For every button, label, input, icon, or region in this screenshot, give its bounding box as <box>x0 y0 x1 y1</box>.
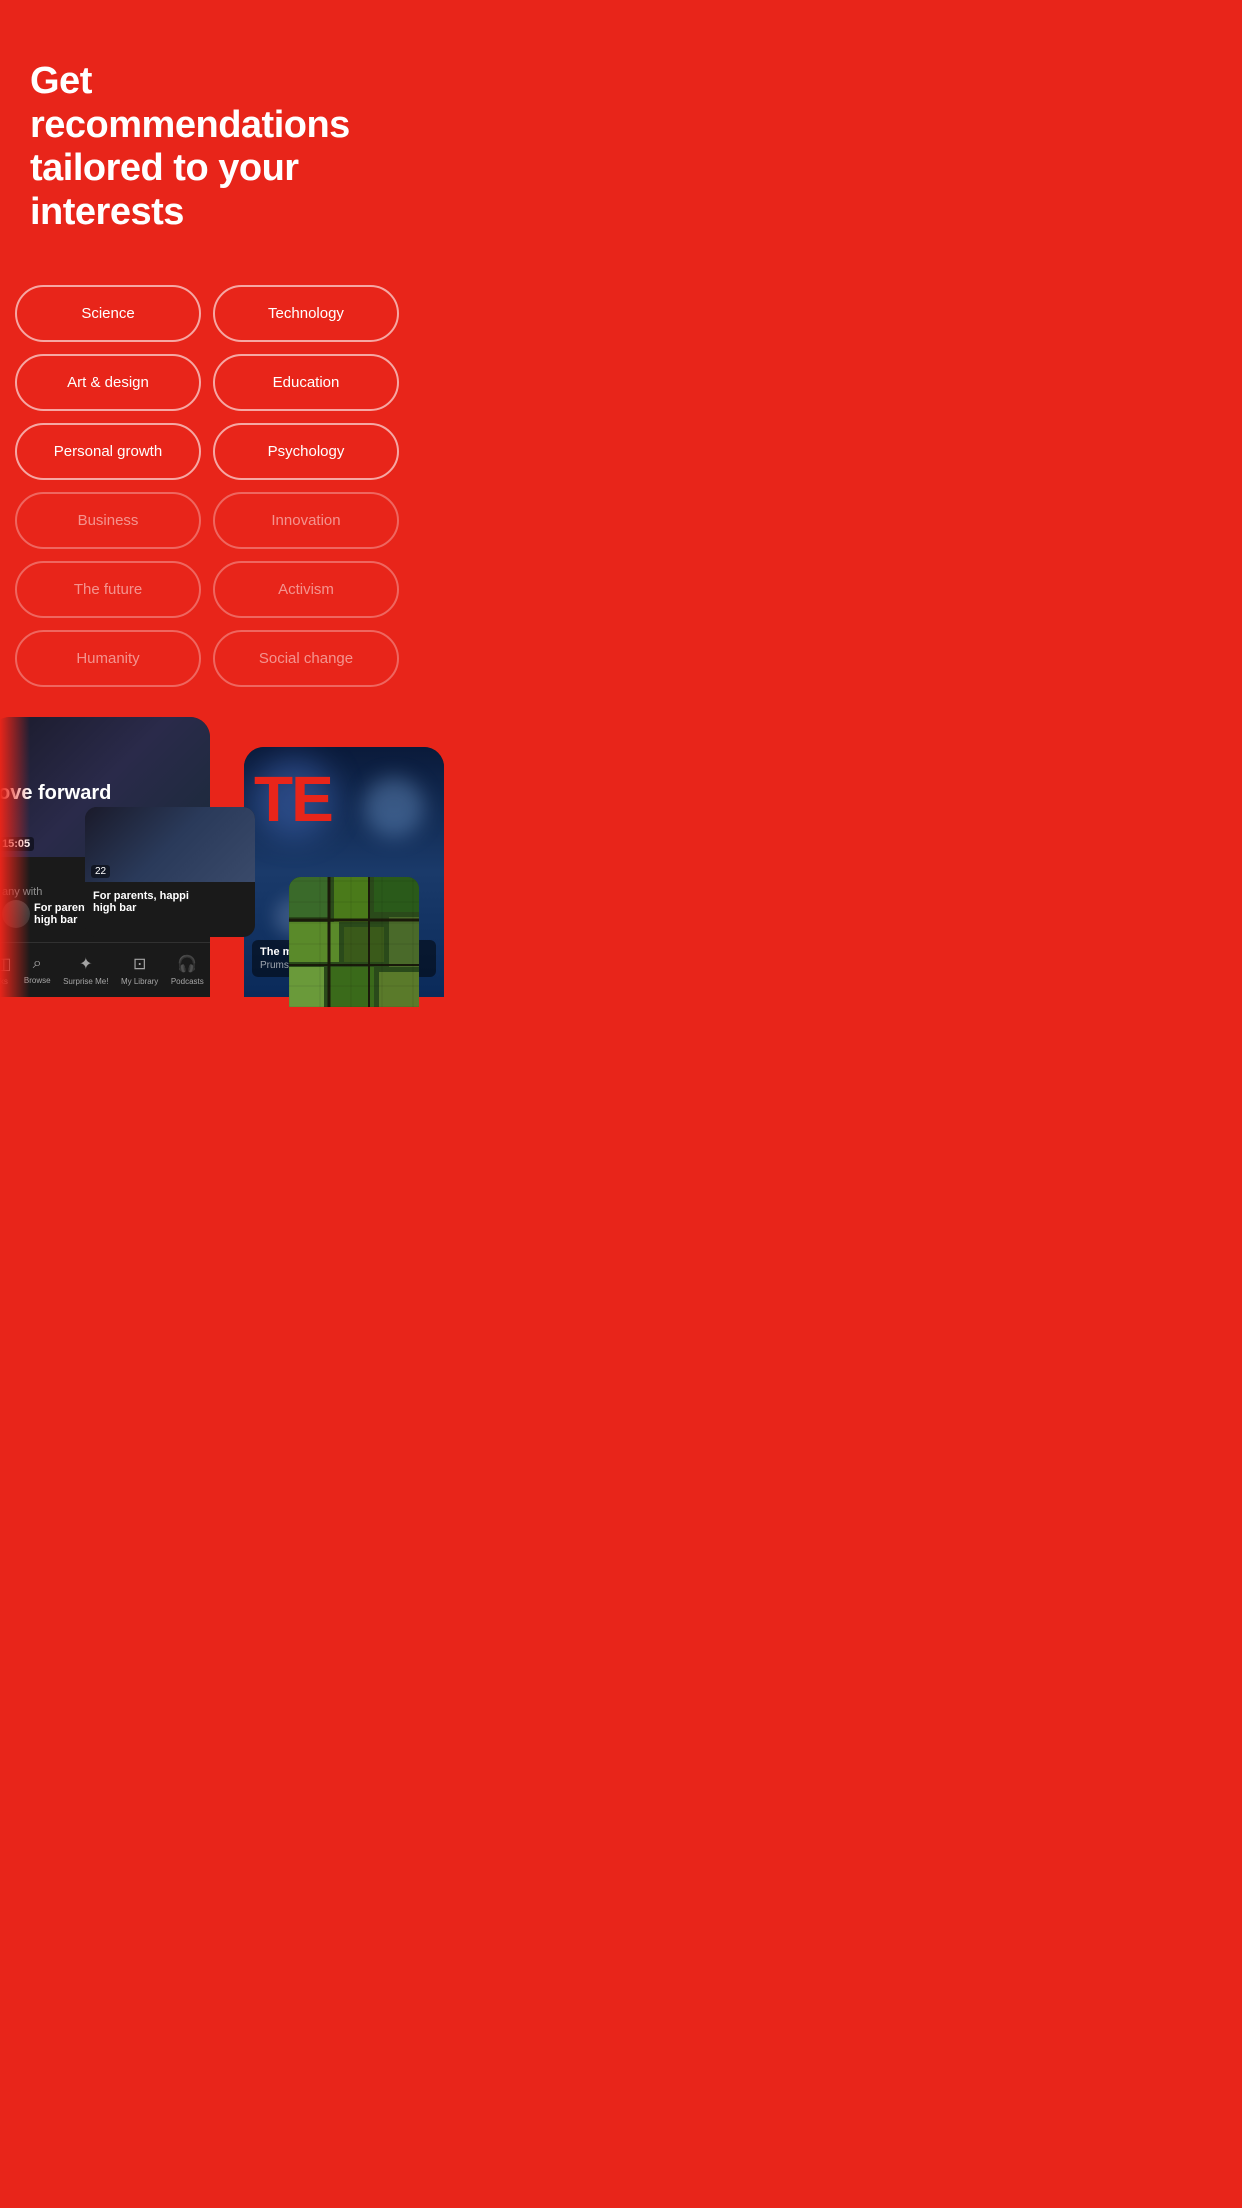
interest-humanity[interactable]: Humanity <box>15 630 201 687</box>
nav-podcasts[interactable]: 🎧 Podcasts <box>171 954 204 986</box>
interest-the-future[interactable]: The future <box>15 561 201 618</box>
middle-info: For parents, happi high bar <box>85 882 255 922</box>
page-container: Get recommendations tailored to your int… <box>0 0 414 997</box>
interest-activism[interactable]: Activism <box>213 561 399 618</box>
interest-technology[interactable]: Technology <box>213 285 399 342</box>
ted-logo: TE <box>254 767 332 831</box>
interest-education[interactable]: Education <box>213 354 399 411</box>
aerial-svg <box>289 877 419 1007</box>
library-icon: ⊡ <box>133 954 146 974</box>
interest-business[interactable]: Business <box>15 492 201 549</box>
bokeh-2 <box>364 777 424 837</box>
interest-social-change[interactable]: Social change <box>213 630 399 687</box>
middle-thumb: 22 <box>85 807 255 882</box>
interest-innovation[interactable]: Innovation <box>213 492 399 549</box>
nav-surprise-label: Surprise Me! <box>63 977 108 986</box>
middle-title2: high bar <box>93 902 247 914</box>
podcasts-icon: 🎧 <box>177 954 197 974</box>
left-fade <box>0 717 30 997</box>
header-section: Get recommendations tailored to your int… <box>0 0 414 275</box>
bottom-navigation: ◫ ks ⌕ Browse ✦ Surprise Me! ⊡ My Librar… <box>0 942 210 997</box>
interest-personal-growth[interactable]: Personal growth <box>15 423 201 480</box>
interests-grid: Science Technology Art & design Educatio… <box>0 275 414 707</box>
interest-art-design[interactable]: Art & design <box>15 354 201 411</box>
page-headline: Get recommendations tailored to your int… <box>30 60 384 235</box>
middle-title: For parents, happi <box>93 890 247 902</box>
interest-psychology[interactable]: Psychology <box>213 423 399 480</box>
browse-icon: ⌕ <box>33 955 42 973</box>
nav-podcasts-label: Podcasts <box>171 977 204 986</box>
nav-surprise[interactable]: ✦ Surprise Me! <box>63 954 108 986</box>
ted-text: TE <box>254 763 332 835</box>
nav-library-label: My Library <box>121 977 158 986</box>
scroll-text: ove forward <box>0 781 202 805</box>
middle-duration: 22 <box>91 865 110 878</box>
interest-science[interactable]: Science <box>15 285 201 342</box>
middle-card: 22 For parents, happi high bar <box>85 807 255 937</box>
aerial-thumbnail <box>289 877 419 1007</box>
surprise-icon: ✦ <box>79 954 92 974</box>
nav-library[interactable]: ⊡ My Library <box>121 954 158 986</box>
aerial-card <box>289 877 419 1007</box>
bottom-device-overlay: 15:05 ove forward any with <box>0 717 414 997</box>
